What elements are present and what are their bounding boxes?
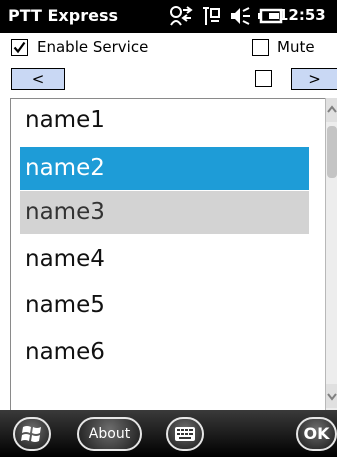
- list-scrollbar[interactable]: [325, 98, 337, 410]
- mute-checkbox[interactable]: [252, 39, 269, 56]
- status-bar: PTT Express 12:53: [0, 0, 337, 33]
- prev-button[interactable]: <: [11, 68, 65, 90]
- list-item-name2[interactable]: name2: [20, 147, 309, 190]
- scroll-up-icon[interactable]: [326, 98, 337, 122]
- scroll-down-icon[interactable]: [326, 384, 337, 408]
- about-button[interactable]: About: [77, 417, 142, 451]
- soft-key-bar: About OK: [0, 410, 337, 457]
- windows-logo-icon: [21, 426, 41, 442]
- next-button[interactable]: >: [291, 68, 337, 90]
- option-checkbox[interactable]: [255, 70, 272, 87]
- status-icons: [168, 4, 284, 28]
- keyboard-icon: [175, 427, 195, 441]
- keyboard-button[interactable]: [166, 417, 204, 451]
- list-item-name4[interactable]: name4: [20, 238, 309, 281]
- checkmark-icon: [13, 41, 26, 54]
- ok-button[interactable]: OK: [296, 417, 337, 451]
- connectivity-icon[interactable]: [168, 5, 194, 27]
- signal-icon[interactable]: [200, 5, 222, 27]
- list-item-name5[interactable]: name5: [20, 284, 309, 327]
- app-title: PTT Express: [8, 6, 118, 25]
- enable-service-label: Enable Service: [37, 38, 149, 56]
- start-button[interactable]: [13, 417, 51, 451]
- list-item-name6[interactable]: name6: [20, 331, 309, 374]
- volume-icon[interactable]: [228, 5, 252, 27]
- enable-service-checkbox[interactable]: [11, 39, 28, 56]
- list-item-name1[interactable]: name1: [20, 99, 309, 142]
- scroll-thumb[interactable]: [327, 126, 337, 178]
- mute-label: Mute: [277, 38, 315, 56]
- clock: 12:53: [278, 6, 326, 24]
- list-item-name3[interactable]: name3: [20, 191, 309, 234]
